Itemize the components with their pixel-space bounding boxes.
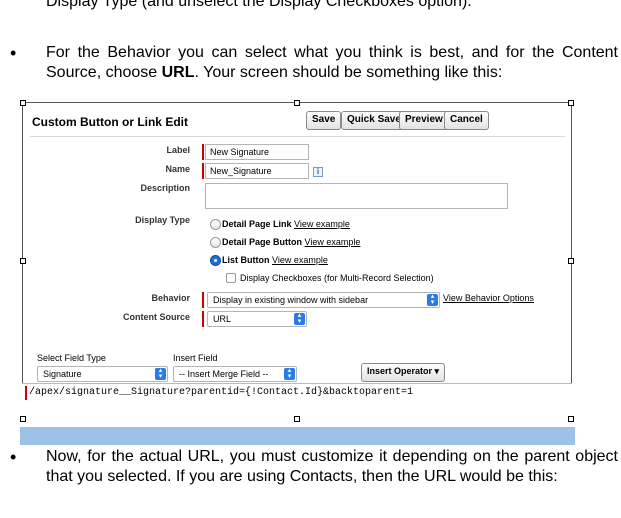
behavior-select[interactable]: Display in existing window with sidebar … [207, 292, 440, 308]
insert-field-select[interactable]: -- Insert Merge Field -- ▴ ▾ [173, 366, 297, 382]
content-source-label: Content Source [122, 312, 190, 322]
display-type-label: Display Type [135, 215, 190, 225]
preview-button[interactable]: Preview [399, 111, 449, 130]
info-icon[interactable]: i [313, 167, 323, 177]
embedded-screenshot: Custom Button or Link Edit Save Quick Sa… [20, 100, 575, 445]
description-textarea[interactable] [205, 183, 508, 209]
behavior-label: Behavior [151, 293, 190, 303]
bullet-1: • [10, 43, 17, 63]
select-arrow-icon: ▴ ▾ [284, 367, 295, 380]
name-field-label: Name [165, 164, 190, 174]
doc-text-top-partial: Display Type (and unselect the Display C… [46, 0, 472, 10]
label-input[interactable]: New Signature [205, 144, 309, 160]
option-label: List Button [222, 255, 270, 265]
resize-handle[interactable] [294, 100, 300, 106]
checkbox-icon[interactable] [226, 273, 236, 283]
option-label: Detail Page Link [222, 219, 292, 229]
resize-handle[interactable] [294, 416, 300, 422]
resize-handle[interactable] [568, 258, 574, 264]
url-text: /apex/signature__Signature?parentid={!Co… [29, 387, 414, 398]
radio-icon[interactable] [210, 237, 221, 248]
save-button[interactable]: Save [306, 111, 342, 130]
paragraph-url: Now, for the actual URL, you must custom… [46, 448, 618, 485]
radio-icon[interactable] [210, 219, 221, 230]
paragraph-behavior-bold: URL [161, 64, 195, 81]
insert-operator-label: Insert Operator [367, 366, 433, 376]
required-marker [202, 311, 204, 327]
cancel-button[interactable]: Cancel [444, 111, 489, 130]
behavior-select-value: Display in existing window with sidebar [213, 295, 369, 305]
panel-title: Custom Button or Link Edit [32, 115, 188, 129]
resize-handle[interactable] [568, 416, 574, 422]
content-source-select-value: URL [213, 314, 232, 324]
select-arrow-icon: ▴ ▾ [427, 293, 438, 306]
name-input[interactable]: New_Signature [205, 163, 309, 179]
field-type-select[interactable]: Signature ▴ ▾ [37, 366, 168, 382]
insert-field-label: Insert Field [173, 353, 218, 363]
content-source-select[interactable]: URL ▴ ▾ [207, 311, 307, 327]
bullet-2: • [10, 447, 17, 467]
select-arrow-icon: ▴ ▾ [294, 312, 305, 325]
view-example-link[interactable]: View example [305, 237, 361, 247]
option-label: Detail Page Button [222, 237, 303, 247]
description-field-label: Description [140, 183, 190, 193]
paragraph-behavior: For the Behavior you can select what you… [46, 43, 618, 83]
radio-selected-icon[interactable] [210, 255, 221, 266]
required-marker [202, 292, 204, 308]
field-type-select-value: Signature [43, 369, 82, 379]
dropdown-triangle-icon: ▾ [434, 366, 440, 376]
option-list-button: List Button View example [222, 255, 328, 265]
required-marker [25, 386, 27, 400]
resize-handle[interactable] [568, 100, 574, 106]
insert-field-select-value: -- Insert Merge Field -- [179, 369, 269, 379]
insert-operator-button[interactable]: Insert Operator ▾ [361, 363, 446, 382]
resize-handle[interactable] [20, 416, 26, 422]
view-example-link[interactable]: View example [294, 219, 350, 229]
display-checkboxes-label: Display Checkboxes (for Multi-Record Sel… [240, 273, 434, 283]
header-divider [30, 136, 565, 137]
option-detail-page-link: Detail Page Link View example [222, 219, 350, 229]
paragraph-behavior-text-b: . Your screen should be something like t… [194, 64, 503, 81]
view-behavior-options-link[interactable]: View Behavior Options [443, 293, 534, 303]
required-marker [202, 144, 204, 160]
resize-handle[interactable] [20, 258, 26, 264]
label-field-label: Label [166, 145, 190, 155]
option-detail-page-button: Detail Page Button View example [222, 237, 360, 247]
screenshot-panel: Custom Button or Link Edit Save Quick Sa… [20, 100, 575, 427]
quick-save-button[interactable]: Quick Save [341, 111, 407, 130]
select-field-type-label: Select Field Type [37, 353, 106, 363]
required-marker [202, 163, 204, 179]
view-example-link[interactable]: View example [272, 255, 328, 265]
resize-handle[interactable] [20, 100, 26, 106]
select-arrow-icon: ▴ ▾ [155, 367, 166, 380]
